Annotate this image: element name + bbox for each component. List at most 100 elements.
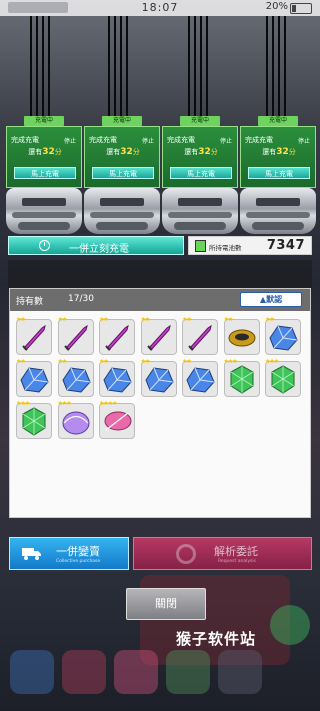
close-button[interactable]: 關閉 [126,588,206,620]
inventory-panel: 持有數 17/30 ▲默認 ★★ ★★ ★★ ★★ ★★ ★★ ★★ ★★ ★★ ★★ ★★ ★★ ★★… [9,288,311,518]
charger-base [84,188,160,234]
instant-charge-button[interactable]: 馬上充電 [14,167,76,179]
inventory-item[interactable]: ★★ [99,316,135,355]
instant-charge-button[interactable]: 馬上充電 [92,167,154,179]
stop-button[interactable]: 停止 [142,136,154,145]
rarity-stars: ★★★★ [99,400,117,407]
sword-icon [188,324,212,351]
inventory-item[interactable]: ★★ [223,316,260,355]
charger-slot-3: 充電中 完成充電 停止 還有32分 馬上充電 [162,116,238,234]
time-remaining: 還有32分 [106,147,140,157]
loading-ring-icon [176,544,196,564]
rarity-stars: ★★ [140,316,151,323]
gem-icon [271,365,295,394]
background-app-icon [114,650,158,694]
inventory-item[interactable]: ★★ [16,358,52,397]
battery-count-value: 7347 [266,238,305,253]
rarity-stars: ★★ [223,316,234,323]
crystal-icon [61,367,91,393]
sort-button[interactable]: ▲默認 [240,292,302,307]
time-remaining: 還有32分 [184,147,218,157]
inventory-item[interactable]: ★★★★ [99,400,135,439]
inventory-item[interactable]: ★★ [265,316,301,355]
time-remaining: 還有32分 [28,147,62,157]
rarity-stars: ★★★ [223,358,238,365]
background-app-icon [218,650,262,694]
charger-panel: 完成充電 停止 還有32分 馬上充電 [6,126,82,188]
charge-all-button[interactable]: 一併立刻充電 [8,236,184,255]
stop-button[interactable]: 停止 [220,136,232,145]
time-remaining: 還有32分 [262,147,296,157]
rarity-stars: ★★★ [57,400,72,407]
charger-panel: 完成充電 停止 還有32分 馬上充電 [240,126,316,188]
rarity-stars: ★★ [16,316,26,323]
inventory-item[interactable]: ★★ [16,316,52,355]
charger-base [240,188,316,234]
holding-label: 持有數 [16,297,44,307]
battery-pack-icon [195,240,206,252]
charging-tag: 充電中 [180,116,220,126]
instant-charge-button[interactable]: 馬上充電 [170,167,232,179]
charge-all-label: 一併立刻充電 [69,244,129,255]
inventory-item[interactable]: ★★ [99,358,135,397]
sword-icon [63,324,88,351]
crystal-icon [20,367,49,393]
stop-button[interactable]: 停止 [64,136,76,145]
rarity-stars: ★★ [57,316,68,323]
crystal-icon [103,367,132,393]
inventory-item[interactable]: ★★★ [223,358,260,397]
sell-all-button[interactable]: 一併變賣 Collective purchase [9,537,129,570]
rarity-stars: ★★ [140,358,151,365]
background-app-icon [166,650,210,694]
charger-slot-1: 充電中 完成充電 停止 還有32分 馬上充電 [6,116,82,234]
analyze-sublabel: Request analysis [218,559,256,564]
charger-panel: 完成充電 停止 還有32分 馬上充電 [84,126,160,188]
charging-tag: 充電中 [258,116,298,126]
sword-icon [146,324,171,351]
battery-count-label: 所持電池數 [209,244,242,252]
battery-icon [290,3,312,14]
background-phone-icon [270,605,310,645]
rarity-stars: ★★★ [16,400,30,407]
charger-panel: 完成充電 停止 還有32分 馬上充電 [162,126,238,188]
gem-icon [22,407,46,436]
instant-charge-button[interactable]: 馬上充電 [248,167,310,179]
sell-all-label: 一併變賣 [56,545,100,558]
status-bar: 18:07 20% [0,0,320,16]
charge-status: 完成充電 [89,136,117,144]
inventory-item[interactable]: ★★ [140,316,177,355]
background-app-icon [62,650,106,694]
analyze-label: 解析委託 [214,545,258,558]
crystal-icon [269,325,298,351]
gem-icon [230,365,253,394]
inventory-item[interactable]: ★★ [57,358,94,397]
rarity-stars: ★★ [99,358,109,365]
crystal-icon [186,367,215,393]
inventory-item[interactable]: ★★ [182,316,218,355]
charger-base [162,188,238,234]
watermark-text: 猴子软件站 [176,630,257,648]
charge-status: 完成充電 [11,136,39,144]
rarity-stars: ★★ [16,358,26,365]
inventory-item[interactable]: ★★★ [265,358,301,397]
inventory-item[interactable]: ★★ [57,316,94,355]
inventory-item[interactable]: ★★ [140,358,177,397]
inventory-item[interactable]: ★★ [182,358,218,397]
stop-button[interactable]: 停止 [298,136,310,145]
analyze-request-button[interactable]: 解析委託 Request analysis [133,537,312,570]
feather-icon [104,411,132,431]
disc-icon [228,329,255,347]
sell-all-sublabel: Collective purchase [56,559,101,564]
inventory-item[interactable]: ★★★ [16,400,52,439]
rarity-stars: ★★★ [265,358,279,365]
sword-icon [22,324,46,351]
rarity-stars: ★★ [182,358,192,365]
charge-status: 完成充電 [245,136,273,144]
inventory-item[interactable]: ★★★ [57,400,94,439]
battery-count-display: 所持電池數 7347 [188,236,312,255]
background-app-icon [10,650,54,694]
rarity-stars: ★★ [265,316,275,323]
charging-cables [0,16,320,116]
truck-icon [22,548,41,560]
charger-base [6,188,82,234]
